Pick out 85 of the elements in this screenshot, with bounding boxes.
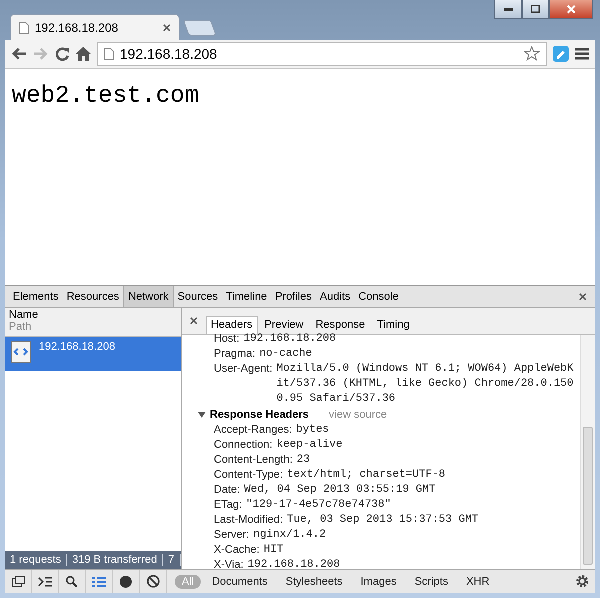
scrollbar[interactable] <box>580 335 595 569</box>
request-row[interactable]: 192.168.18.208 <box>5 337 181 371</box>
reload-icon[interactable] <box>55 46 70 62</box>
close-button[interactable] <box>549 0 593 19</box>
browser-tab[interactable]: 192.168.18.208 <box>10 14 180 40</box>
header-value: Mozilla/5.0 (Windows NT 6.1; WOW64) AppleWebKit/537.36 (KHTML, like Gecko) Chrome/28.0.1500.95 Safari/537.36 <box>276 362 575 407</box>
address-bar[interactable]: 192.168.18.208 <box>97 42 547 66</box>
filter-button[interactable]: Images <box>354 574 404 588</box>
record-icon <box>120 576 132 588</box>
header-name: Last-Modified: <box>214 513 284 528</box>
devtools-tab[interactable]: Resources <box>62 286 124 307</box>
header-name: X-Cache: <box>214 543 260 558</box>
filter-button[interactable]: Documents <box>205 574 275 588</box>
header-name: Date: <box>214 483 240 498</box>
home-icon[interactable] <box>76 47 91 61</box>
console-prompt-icon <box>38 576 52 586</box>
devtools-tab[interactable]: Console <box>354 286 403 307</box>
devtools-tab[interactable]: Profiles <box>271 286 316 307</box>
menu-icon[interactable] <box>575 48 589 60</box>
request-name: 192.168.18.208 <box>39 341 116 355</box>
view-source-link[interactable]: view source <box>329 407 388 423</box>
page-icon <box>19 22 29 34</box>
devtools-tab[interactable]: Network <box>123 286 174 307</box>
header-name: X-Via: <box>214 558 244 569</box>
header-value: no-cache <box>260 347 314 362</box>
header-name: ETag: <box>214 498 242 513</box>
header-value: "129-17-4e57c78e74738" <box>246 498 392 513</box>
page-icon <box>104 48 114 60</box>
column-title: Name <box>9 309 40 321</box>
close-icon[interactable] <box>163 24 171 32</box>
header-name: Accept-Ranges: <box>214 423 292 438</box>
header-name: Pragma: <box>214 347 256 362</box>
header-value: nginx/1.4.2 <box>253 528 328 543</box>
clear-icon <box>146 575 160 588</box>
maximize-icon <box>531 5 540 13</box>
header-value: Wed, 04 Sep 2013 03:55:19 GMT <box>244 483 437 498</box>
header-value: HIT <box>264 543 285 558</box>
url-text: 192.168.18.208 <box>120 46 218 62</box>
column-header[interactable]: Name Path <box>5 308 181 337</box>
devtools-tab[interactable]: Audits <box>316 286 355 307</box>
devtools-tab[interactable]: Timeline <box>222 286 272 307</box>
header-name: Connection: <box>214 438 273 453</box>
back-arrow-icon[interactable] <box>11 47 27 61</box>
detail-tab[interactable]: Timing <box>372 316 415 334</box>
devtools-tab[interactable]: Elements <box>9 286 63 307</box>
status-text: 1 requests <box>5 554 68 566</box>
close-icon[interactable] <box>579 292 587 300</box>
close-icon[interactable] <box>190 317 198 325</box>
search-icon <box>66 576 78 588</box>
header-name: Server: <box>214 528 250 543</box>
close-icon <box>566 4 576 14</box>
header-value: bytes <box>296 423 330 438</box>
header-value: 23 <box>296 453 312 468</box>
expand-triangle-icon[interactable] <box>198 411 206 419</box>
devtools-tab[interactable]: Sources <box>174 286 222 307</box>
extension-icon[interactable] <box>553 46 569 62</box>
gear-icon[interactable] <box>576 575 589 588</box>
section-title: Response Headers <box>210 408 310 423</box>
document-icon <box>11 341 31 363</box>
tab-title: 192.168.18.208 <box>35 20 120 34</box>
header-name: Content-Type: <box>214 468 284 483</box>
detail-tab[interactable]: Response <box>310 316 370 334</box>
filter-button[interactable]: Scripts <box>408 574 456 588</box>
header-value: keep-alive <box>276 438 344 453</box>
column-subtitle: Path <box>9 321 33 333</box>
list-icon <box>92 576 106 586</box>
status-text: 319 B transferred <box>67 554 164 566</box>
page-heading: web2.test.com <box>12 83 200 110</box>
maximize-button[interactable] <box>522 0 549 19</box>
star-icon[interactable] <box>524 46 540 62</box>
header-value: Tue, 03 Sep 2013 15:37:53 GMT <box>287 513 480 528</box>
minimize-button[interactable] <box>494 0 522 19</box>
detail-tab[interactable]: Headers <box>206 316 258 334</box>
header-value: 192.168.18.208 <box>244 332 338 347</box>
header-value: 192.168.18.208 <box>248 558 342 569</box>
header-value: text/html; charset=UTF-8 <box>287 468 447 483</box>
filter-button[interactable]: XHR <box>459 574 497 588</box>
minimize-icon <box>504 8 512 10</box>
filter-button[interactable]: Stylesheets <box>278 574 350 588</box>
status-text: 7 <box>163 554 180 566</box>
detail-tab[interactable]: Preview <box>260 316 309 334</box>
header-name: User-Agent: <box>214 362 273 377</box>
dock-icon <box>12 576 24 587</box>
header-name: Host: <box>214 332 240 347</box>
header-name: Content-Length: <box>214 453 293 468</box>
